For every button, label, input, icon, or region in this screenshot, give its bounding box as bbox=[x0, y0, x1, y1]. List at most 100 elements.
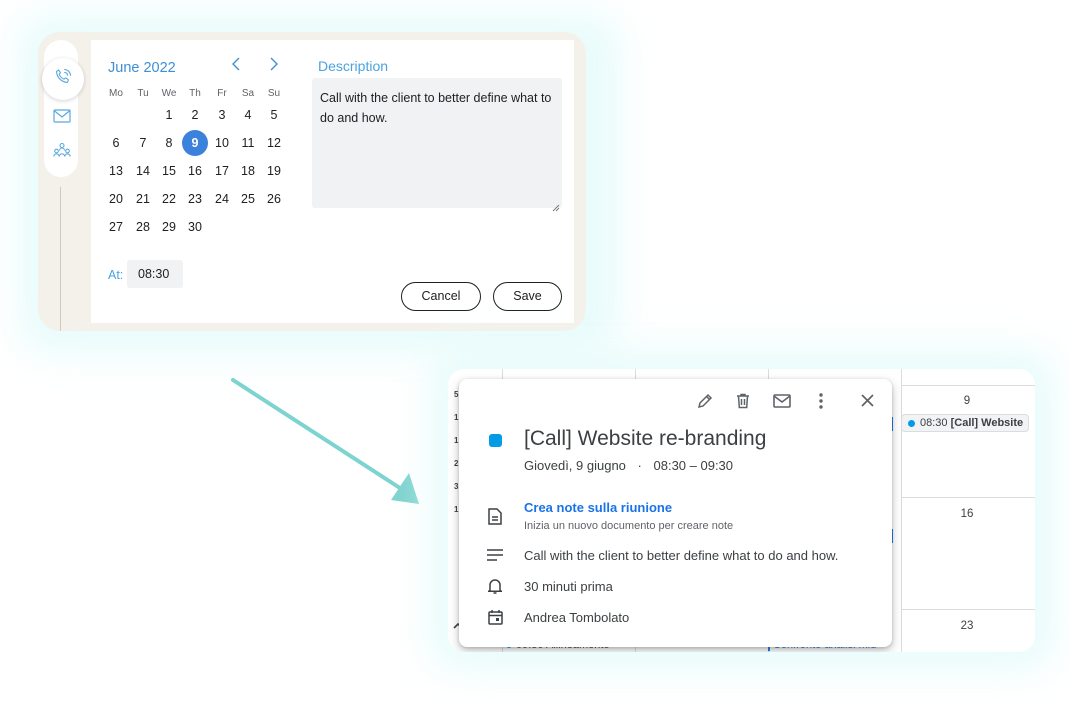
grid-row bbox=[901, 609, 1035, 610]
call-channel-button[interactable] bbox=[42, 58, 84, 100]
day-cell[interactable]: 16 bbox=[182, 158, 208, 184]
selected-day-cell[interactable]: 9 bbox=[182, 130, 208, 156]
time-input[interactable]: 08:30 bbox=[127, 260, 183, 288]
close-button[interactable] bbox=[855, 391, 879, 415]
day-number: 9 bbox=[963, 395, 971, 407]
day-cell[interactable]: 23 bbox=[182, 186, 208, 212]
day-cell[interactable]: 15 bbox=[156, 158, 182, 184]
grid-row bbox=[901, 497, 1035, 498]
group-icon bbox=[53, 142, 71, 163]
day-cell[interactable]: 10 bbox=[209, 130, 235, 156]
time-marker: 1 bbox=[454, 413, 459, 422]
resize-grip-icon[interactable] bbox=[552, 198, 560, 212]
envelope-icon bbox=[773, 393, 791, 413]
calendar-view-card: 5 1 1 2 3 1 9 16 23 08:30 [Call] Website… bbox=[448, 369, 1035, 652]
day-number: 16 bbox=[960, 508, 974, 520]
day-cell[interactable]: 5 bbox=[261, 102, 287, 128]
edit-button[interactable] bbox=[693, 391, 717, 415]
save-button[interactable]: Save bbox=[493, 282, 562, 311]
day-cell[interactable]: 14 bbox=[130, 158, 156, 184]
weekday-header: Mo bbox=[109, 88, 123, 99]
create-notes-subtitle: Inizia un nuovo documento per creare not… bbox=[524, 520, 734, 532]
day-cell[interactable]: 26 bbox=[261, 186, 287, 212]
event-reminder: 30 minuti prima bbox=[524, 579, 613, 594]
chip-title: [Call] Website bbox=[950, 417, 1024, 429]
day-cell[interactable]: 12 bbox=[261, 130, 287, 156]
time-marker: 2 bbox=[454, 459, 459, 468]
day-cell[interactable]: 28 bbox=[130, 214, 156, 240]
day-cell[interactable]: 11 bbox=[235, 130, 261, 156]
day-cell[interactable]: 18 bbox=[235, 158, 261, 184]
scheduler-panel: June 2022 Mo Tu We Th Fr Sa Su 1 2 3 4 5… bbox=[91, 40, 574, 323]
day-cell[interactable]: 22 bbox=[156, 186, 182, 212]
time-label: At: bbox=[108, 268, 124, 282]
pencil-icon bbox=[697, 393, 713, 414]
event-datetime: Giovedì, 9 giugno · 08:30 – 09:30 bbox=[524, 458, 733, 473]
cancel-button[interactable]: Cancel bbox=[401, 282, 481, 311]
chip-time: 08:30 bbox=[920, 417, 948, 429]
day-cell[interactable]: 8 bbox=[156, 130, 182, 156]
day-cell[interactable]: 4 bbox=[235, 102, 261, 128]
weekday-header: We bbox=[161, 88, 177, 99]
event-dot bbox=[908, 420, 915, 427]
description-label: Description bbox=[318, 58, 389, 74]
day-cell[interactable]: 13 bbox=[103, 158, 129, 184]
separator-dot: · bbox=[637, 458, 642, 473]
weekday-header: Th bbox=[189, 88, 201, 99]
more-options-button[interactable] bbox=[809, 391, 833, 415]
day-cell[interactable]: 27 bbox=[103, 214, 129, 240]
time-marker: 1 bbox=[454, 436, 459, 445]
description-textarea[interactable]: Call with the client to better define wh… bbox=[312, 78, 562, 212]
chevron-right-icon bbox=[270, 57, 278, 76]
day-cell[interactable]: 1 bbox=[156, 102, 182, 128]
day-cell[interactable]: 3 bbox=[209, 102, 235, 128]
phone-icon bbox=[53, 67, 73, 92]
bell-icon bbox=[486, 577, 504, 595]
calendar-icon bbox=[486, 608, 504, 626]
day-cell[interactable]: 7 bbox=[130, 130, 156, 156]
next-month-button[interactable] bbox=[263, 55, 285, 77]
delete-button[interactable] bbox=[731, 391, 755, 415]
day-cell[interactable]: 25 bbox=[235, 186, 261, 212]
day-cell[interactable]: 6 bbox=[103, 130, 129, 156]
day-cell[interactable]: 2 bbox=[182, 102, 208, 128]
event-date: Giovedì, 9 giugno bbox=[524, 458, 626, 473]
document-icon bbox=[486, 507, 504, 525]
envelope-icon bbox=[53, 108, 71, 128]
event-title: [Call] Website re-branding bbox=[524, 427, 767, 450]
weekday-header: Su bbox=[267, 88, 281, 99]
day-cell[interactable]: 24 bbox=[209, 186, 235, 212]
create-notes-link[interactable]: Crea note sulla riunione bbox=[524, 500, 672, 515]
weekday-header: Sa bbox=[241, 88, 255, 99]
time-marker: 1 bbox=[454, 505, 459, 514]
chevron-left-icon bbox=[232, 57, 240, 76]
weekday-header: Tu bbox=[137, 88, 149, 99]
event-details-popup: [Call] Website re-branding Giovedì, 9 gi… bbox=[459, 379, 892, 647]
description-text: Call with the client to better define wh… bbox=[320, 91, 552, 125]
event-description: Call with the client to better define wh… bbox=[524, 548, 839, 563]
grid-row bbox=[901, 385, 1035, 386]
day-cell[interactable]: 21 bbox=[130, 186, 156, 212]
scheduler-card: June 2022 Mo Tu We Th Fr Sa Su 1 2 3 4 5… bbox=[38, 32, 586, 331]
weekday-header: Fr bbox=[217, 88, 227, 99]
day-cell[interactable]: 19 bbox=[261, 158, 287, 184]
meeting-channel-button[interactable] bbox=[52, 142, 72, 162]
month-label: June 2022 bbox=[108, 60, 176, 76]
time-marker: 3 bbox=[454, 482, 459, 491]
close-icon bbox=[860, 394, 874, 412]
trash-icon bbox=[736, 393, 750, 414]
time-marker: 5 bbox=[454, 390, 459, 399]
day-number: 23 bbox=[960, 620, 974, 632]
day-cell[interactable]: 17 bbox=[209, 158, 235, 184]
email-guests-button[interactable] bbox=[770, 391, 794, 415]
prev-month-button[interactable] bbox=[225, 55, 247, 77]
day-cell[interactable]: 29 bbox=[156, 214, 182, 240]
day-cell[interactable]: 30 bbox=[182, 214, 208, 240]
calendar-event-chip[interactable]: 08:30 [Call] Website bbox=[901, 414, 1029, 432]
timeline-line bbox=[60, 187, 61, 331]
email-channel-button[interactable] bbox=[52, 108, 72, 128]
event-organizer: Andrea Tombolato bbox=[524, 610, 630, 625]
day-cell[interactable]: 20 bbox=[103, 186, 129, 212]
event-time-range: 08:30 – 09:30 bbox=[653, 458, 734, 473]
flow-arrow bbox=[231, 378, 419, 504]
